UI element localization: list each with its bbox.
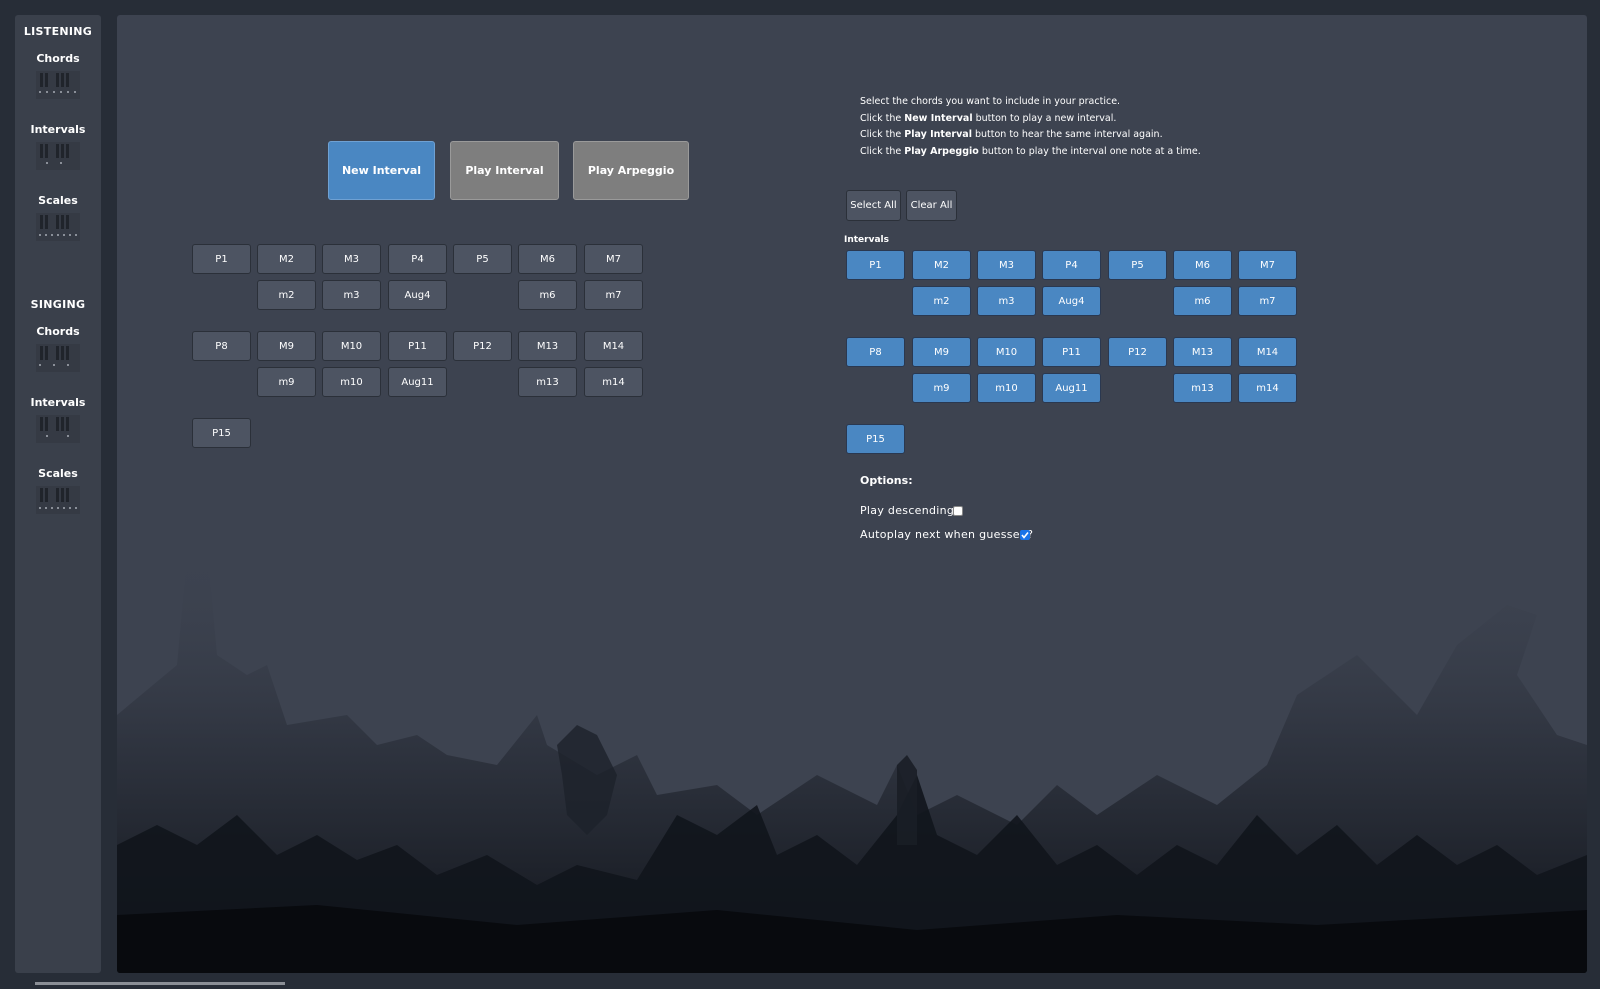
sidebar-item-label: Chords <box>36 325 80 338</box>
select-toggle-M6[interactable]: M6 <box>1173 250 1232 280</box>
sidebar-item-label: Intervals <box>30 123 86 136</box>
sidebar-item-singing-chords[interactable]: Chords <box>15 325 101 372</box>
instruction-text: button to play a new interval. <box>972 113 1117 124</box>
sidebar-item-listening-chords[interactable]: Chords <box>15 52 101 99</box>
instruction-emphasis: Play Interval <box>904 129 972 140</box>
piano-keys-icon <box>36 142 80 170</box>
select-toggle-m10[interactable]: m10 <box>977 373 1036 403</box>
select-toggle-P11[interactable]: P11 <box>1042 337 1101 367</box>
answer-button-M2[interactable]: M2 <box>257 244 316 274</box>
options-heading: Options: <box>860 474 913 487</box>
sidebar-item-label: Chords <box>36 52 80 65</box>
instruction-text: button to play the interval one note at … <box>978 146 1201 157</box>
select-toggle-P15[interactable]: P15 <box>846 424 905 454</box>
answer-button-P12[interactable]: P12 <box>453 331 512 361</box>
piano-keys-icon <box>36 213 80 241</box>
horizontal-scrollbar[interactable] <box>35 982 285 985</box>
answer-button-m14[interactable]: m14 <box>584 367 643 397</box>
answer-button-m2[interactable]: m2 <box>257 280 316 310</box>
answer-button-M14[interactable]: M14 <box>584 331 643 361</box>
answer-button-P5[interactable]: P5 <box>453 244 512 274</box>
instruction-text: Click the <box>860 146 905 157</box>
instruction-text: Click the <box>860 129 905 140</box>
sidebar-section-singing: SINGING <box>30 298 86 311</box>
instruction-emphasis: Play Arpeggio <box>904 146 979 157</box>
answer-button-P1[interactable]: P1 <box>192 244 251 274</box>
clear-all-button[interactable]: Clear All <box>906 190 957 221</box>
piano-keys-icon <box>36 415 80 443</box>
answer-button-Aug4[interactable]: Aug4 <box>388 280 447 310</box>
instruction-text: Click the <box>860 113 905 124</box>
select-toggle-P4[interactable]: P4 <box>1042 250 1101 280</box>
sidebar-item-listening-intervals[interactable]: Intervals <box>15 123 101 170</box>
answer-button-M6[interactable]: M6 <box>518 244 577 274</box>
intervals-heading: Intervals <box>844 235 889 245</box>
instruction-emphasis: New Interval <box>904 113 973 124</box>
sidebar-section-listening: LISTENING <box>23 25 93 38</box>
select-toggle-m9[interactable]: m9 <box>912 373 971 403</box>
sidebar: LISTENING Chords Intervals Scales SINGIN… <box>15 15 101 973</box>
select-toggle-M7[interactable]: M7 <box>1238 250 1297 280</box>
select-toggle-P12[interactable]: P12 <box>1108 337 1167 367</box>
select-toggle-M2[interactable]: M2 <box>912 250 971 280</box>
answer-button-M10[interactable]: M10 <box>322 331 381 361</box>
answer-button-m10[interactable]: m10 <box>322 367 381 397</box>
sidebar-item-singing-intervals[interactable]: Intervals <box>15 396 101 443</box>
autoplay-label: Autoplay next when guessed? <box>860 528 1034 541</box>
answer-button-P15[interactable]: P15 <box>192 418 251 448</box>
instruction-text: button to hear the same interval again. <box>971 129 1163 140</box>
answer-button-P8[interactable]: P8 <box>192 331 251 361</box>
instruction-line-4: Click the Play Arpeggio button to play t… <box>860 146 1201 157</box>
piano-keys-icon <box>36 71 80 99</box>
select-toggle-M9[interactable]: M9 <box>912 337 971 367</box>
answer-button-M9[interactable]: M9 <box>257 331 316 361</box>
concert-crowd-background <box>117 545 1587 973</box>
select-toggle-P1[interactable]: P1 <box>846 250 905 280</box>
select-toggle-M13[interactable]: M13 <box>1173 337 1232 367</box>
play-arpeggio-button[interactable]: Play Arpeggio <box>573 141 689 200</box>
select-toggle-Aug4[interactable]: Aug4 <box>1042 286 1101 316</box>
select-toggle-M10[interactable]: M10 <box>977 337 1036 367</box>
select-all-button[interactable]: Select All <box>846 190 901 221</box>
answer-button-M13[interactable]: M13 <box>518 331 577 361</box>
select-toggle-m7[interactable]: m7 <box>1238 286 1297 316</box>
main-panel: New Interval Play Interval Play Arpeggio… <box>117 15 1587 973</box>
sidebar-item-label: Scales <box>38 194 78 207</box>
play-descending-label: Play descending? <box>860 504 961 517</box>
play-descending-checkbox[interactable] <box>953 506 963 516</box>
select-toggle-P8[interactable]: P8 <box>846 337 905 367</box>
select-toggle-m3[interactable]: m3 <box>977 286 1036 316</box>
answer-button-P11[interactable]: P11 <box>388 331 447 361</box>
sidebar-item-singing-scales[interactable]: Scales <box>15 467 101 514</box>
select-toggle-M3[interactable]: M3 <box>977 250 1036 280</box>
sidebar-item-listening-scales[interactable]: Scales <box>15 194 101 241</box>
play-interval-button[interactable]: Play Interval <box>450 141 559 200</box>
piano-keys-icon <box>36 486 80 514</box>
answer-button-M7[interactable]: M7 <box>584 244 643 274</box>
select-toggle-Aug11[interactable]: Aug11 <box>1042 373 1101 403</box>
instruction-line-3: Click the Play Interval button to hear t… <box>860 129 1163 140</box>
answer-button-m13[interactable]: m13 <box>518 367 577 397</box>
sidebar-item-label: Intervals <box>30 396 86 409</box>
select-toggle-m13[interactable]: m13 <box>1173 373 1232 403</box>
answer-button-Aug11[interactable]: Aug11 <box>388 367 447 397</box>
answer-button-P4[interactable]: P4 <box>388 244 447 274</box>
answer-button-m9[interactable]: m9 <box>257 367 316 397</box>
new-interval-button[interactable]: New Interval <box>328 141 435 200</box>
answer-button-m7[interactable]: m7 <box>584 280 643 310</box>
instruction-line-1: Select the chords you want to include in… <box>860 96 1121 107</box>
select-toggle-m6[interactable]: m6 <box>1173 286 1232 316</box>
answer-button-M3[interactable]: M3 <box>322 244 381 274</box>
answer-button-m6[interactable]: m6 <box>518 280 577 310</box>
select-toggle-m2[interactable]: m2 <box>912 286 971 316</box>
instruction-line-2: Click the New Interval button to play a … <box>860 113 1116 124</box>
checkmark-icon <box>1021 532 1029 539</box>
select-toggle-m14[interactable]: m14 <box>1238 373 1297 403</box>
select-toggle-M14[interactable]: M14 <box>1238 337 1297 367</box>
piano-keys-icon <box>36 344 80 372</box>
select-toggle-P5[interactable]: P5 <box>1108 250 1167 280</box>
answer-button-m3[interactable]: m3 <box>322 280 381 310</box>
autoplay-checkbox[interactable] <box>1020 530 1030 540</box>
sidebar-item-label: Scales <box>38 467 78 480</box>
